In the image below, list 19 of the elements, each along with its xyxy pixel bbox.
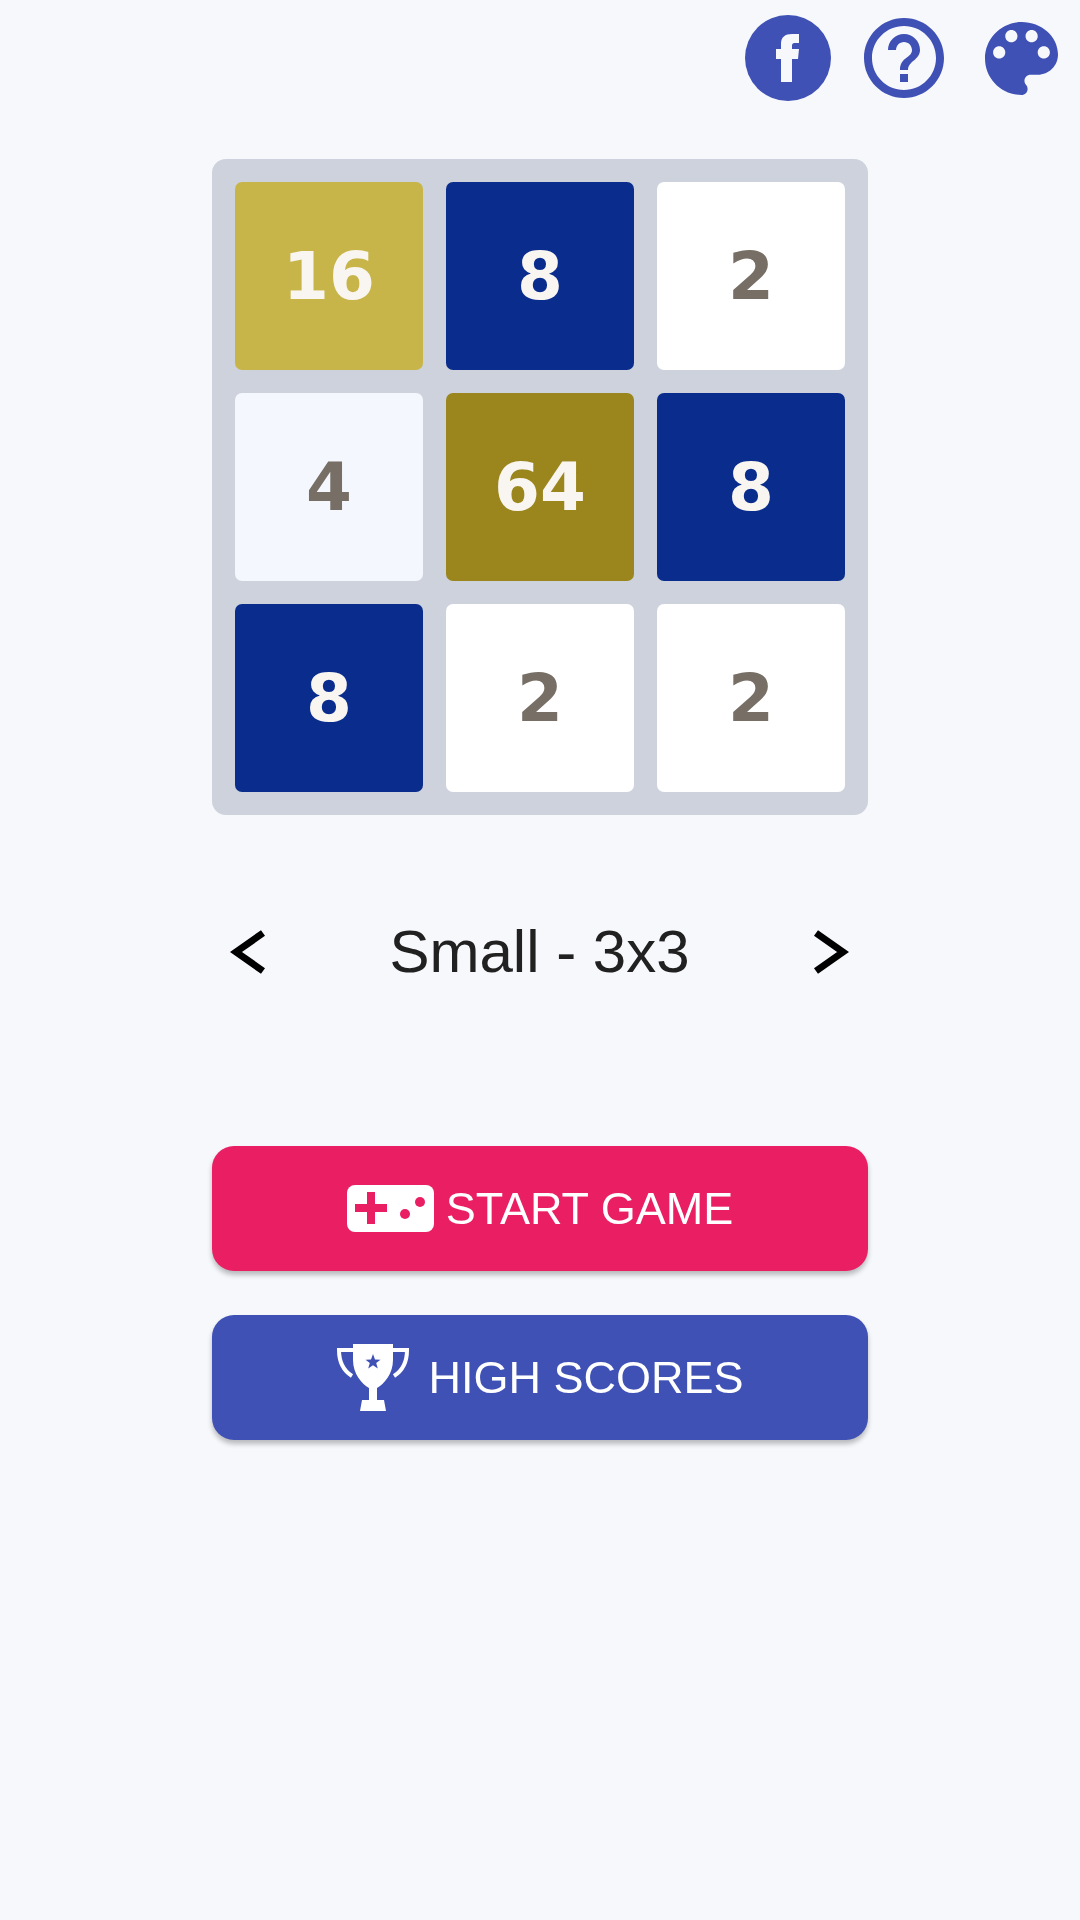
number-tile: 2 [446, 604, 634, 792]
number-tile: 2 [657, 182, 845, 370]
number-tile: 64 [446, 393, 634, 581]
gamepad-icon [346, 1185, 434, 1232]
board-size-label: Small - 3x3 [389, 917, 690, 987]
number-tile: 16 [235, 182, 423, 370]
trophy-icon [336, 1344, 411, 1411]
number-tile: 8 [235, 604, 423, 792]
chevron-left-icon[interactable] [230, 930, 266, 974]
number-tile: 4 [235, 393, 423, 581]
letter-f-circle-icon[interactable] [745, 15, 831, 101]
number-tile: 8 [657, 393, 845, 581]
help-icon[interactable] [864, 18, 944, 98]
number-tile: 8 [446, 182, 634, 370]
high-scores-button[interactable]: HIGH SCORES [212, 1315, 868, 1440]
start-game-button[interactable]: START GAME [212, 1146, 868, 1271]
chevron-right-icon[interactable] [813, 930, 849, 974]
palette-icon[interactable] [985, 21, 1058, 95]
number-tile: 2 [657, 604, 845, 792]
